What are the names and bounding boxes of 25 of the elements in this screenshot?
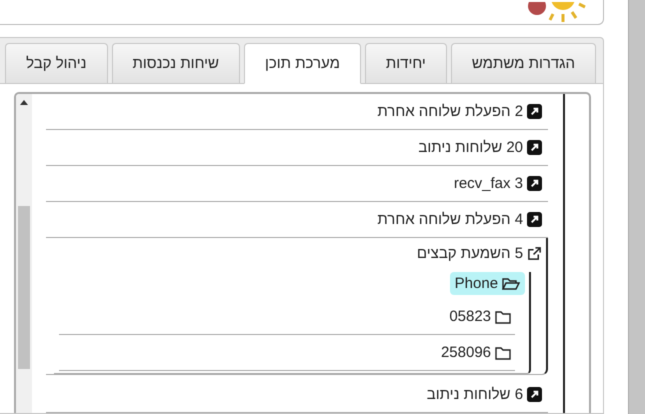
scrollbar[interactable]	[16, 94, 32, 413]
tab[interactable]: שיחות נכנסות	[112, 43, 240, 83]
folder-item[interactable]: 258096	[436, 342, 516, 363]
tab[interactable]: הגדרות משתמש	[450, 43, 596, 83]
scroll-up-arrow-icon[interactable]	[20, 100, 28, 105]
arrow-square-icon	[527, 104, 542, 119]
tab[interactable]: ניהול קבל	[5, 43, 108, 83]
arrow-square-icon	[527, 212, 542, 227]
folder-icon	[495, 310, 512, 324]
tree-item[interactable]: 20 שלוחות ניתוב	[46, 130, 548, 166]
external-link-icon	[527, 246, 542, 260]
folder-item[interactable]: Phone	[450, 272, 526, 295]
tree-item[interactable]: 4 הפעלת שלוחה אחרת	[46, 202, 548, 238]
arrow-square-icon	[527, 140, 542, 155]
arrow-square-icon	[527, 387, 542, 402]
tab[interactable]: מערכת תוכן	[244, 43, 361, 84]
folder-open-icon	[502, 276, 520, 290]
tree-item[interactable]: 6 שלוחות ניתוב	[46, 377, 548, 413]
tree-item[interactable]: recv_fax 3	[46, 166, 548, 202]
arrow-square-icon	[527, 176, 542, 191]
folder-icon	[495, 346, 512, 360]
folder-item[interactable]: 05823	[445, 306, 516, 327]
tab[interactable]: יחידות	[364, 43, 447, 83]
tree-item-label[interactable]: 5 השמעת קבצים	[416, 244, 524, 262]
tree-item[interactable]: 2 הפעלת שלוחה אחרת	[46, 94, 548, 130]
